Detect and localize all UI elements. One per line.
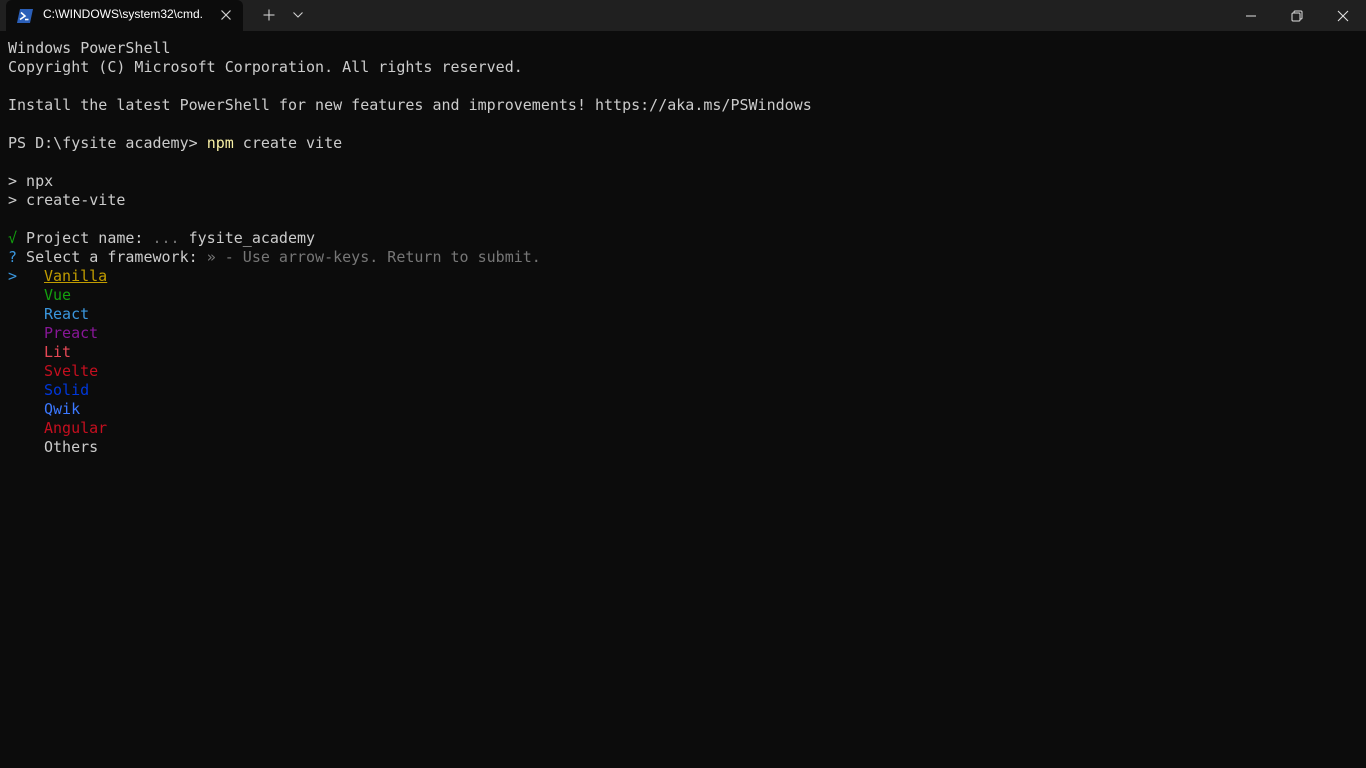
- select-hint: » - Use arrow-keys. Return to submit.: [206, 248, 541, 266]
- close-tab-icon[interactable]: [217, 6, 235, 24]
- framework-option-vue[interactable]: Vue: [44, 286, 71, 305]
- tab-dropdown-icon[interactable]: [288, 5, 308, 25]
- framework-option-qwik[interactable]: Qwik: [44, 400, 80, 419]
- framework-option-preact[interactable]: Preact: [44, 324, 98, 343]
- framework-option-lit[interactable]: Lit: [44, 343, 71, 362]
- create-vite-line: > create-vite: [8, 191, 126, 209]
- terminal-tab[interactable]: C:\WINDOWS\system32\cmd.: [6, 0, 243, 31]
- tab-title: C:\WINDOWS\system32\cmd.: [43, 7, 204, 21]
- install-line: Install the latest PowerShell for new fe…: [8, 96, 812, 114]
- selection-pointer: >: [8, 267, 18, 285]
- select-framework-line: ? Select a framework: » - Use arrow-keys…: [8, 248, 541, 267]
- framework-option-angular[interactable]: Angular: [44, 419, 107, 438]
- maximize-icon[interactable]: [1274, 0, 1320, 31]
- header-line-2: Copyright (C) Microsoft Corporation. All…: [8, 58, 523, 76]
- select-label: Select a framework:: [17, 248, 207, 266]
- new-tab-icon[interactable]: [258, 5, 280, 25]
- close-window-icon[interactable]: [1320, 0, 1366, 31]
- framework-option-others[interactable]: Others: [44, 438, 98, 457]
- command-args: create vite: [233, 134, 343, 152]
- framework-option-solid[interactable]: Solid: [44, 381, 89, 400]
- npx-line: > npx: [8, 172, 54, 190]
- project-label: Project name:: [17, 229, 153, 247]
- framework-option-svelte[interactable]: Svelte: [44, 362, 98, 381]
- header-line-1: Windows PowerShell: [8, 39, 171, 57]
- check-mark: √: [8, 229, 18, 247]
- question-mark: ?: [8, 248, 18, 266]
- powershell-icon: [17, 8, 33, 23]
- terminal-output[interactable]: Windows PowerShell Copyright (C) Microso…: [0, 31, 1366, 768]
- prompt: PS D:\fysite academy>: [8, 134, 207, 152]
- prompt-line: PS D:\fysite academy> npm create vite: [8, 134, 342, 153]
- command-name: npm: [206, 134, 234, 152]
- title-bar: C:\WINDOWS\system32\cmd.: [0, 0, 1366, 31]
- framework-option-vanilla[interactable]: Vanilla: [44, 267, 107, 286]
- project-dots: ...: [152, 229, 180, 247]
- project-name-line: √ Project name: ... fysite_academy: [8, 229, 315, 248]
- project-value: fysite_academy: [179, 229, 316, 247]
- framework-option-react[interactable]: React: [44, 305, 89, 324]
- minimize-icon[interactable]: [1228, 0, 1274, 31]
